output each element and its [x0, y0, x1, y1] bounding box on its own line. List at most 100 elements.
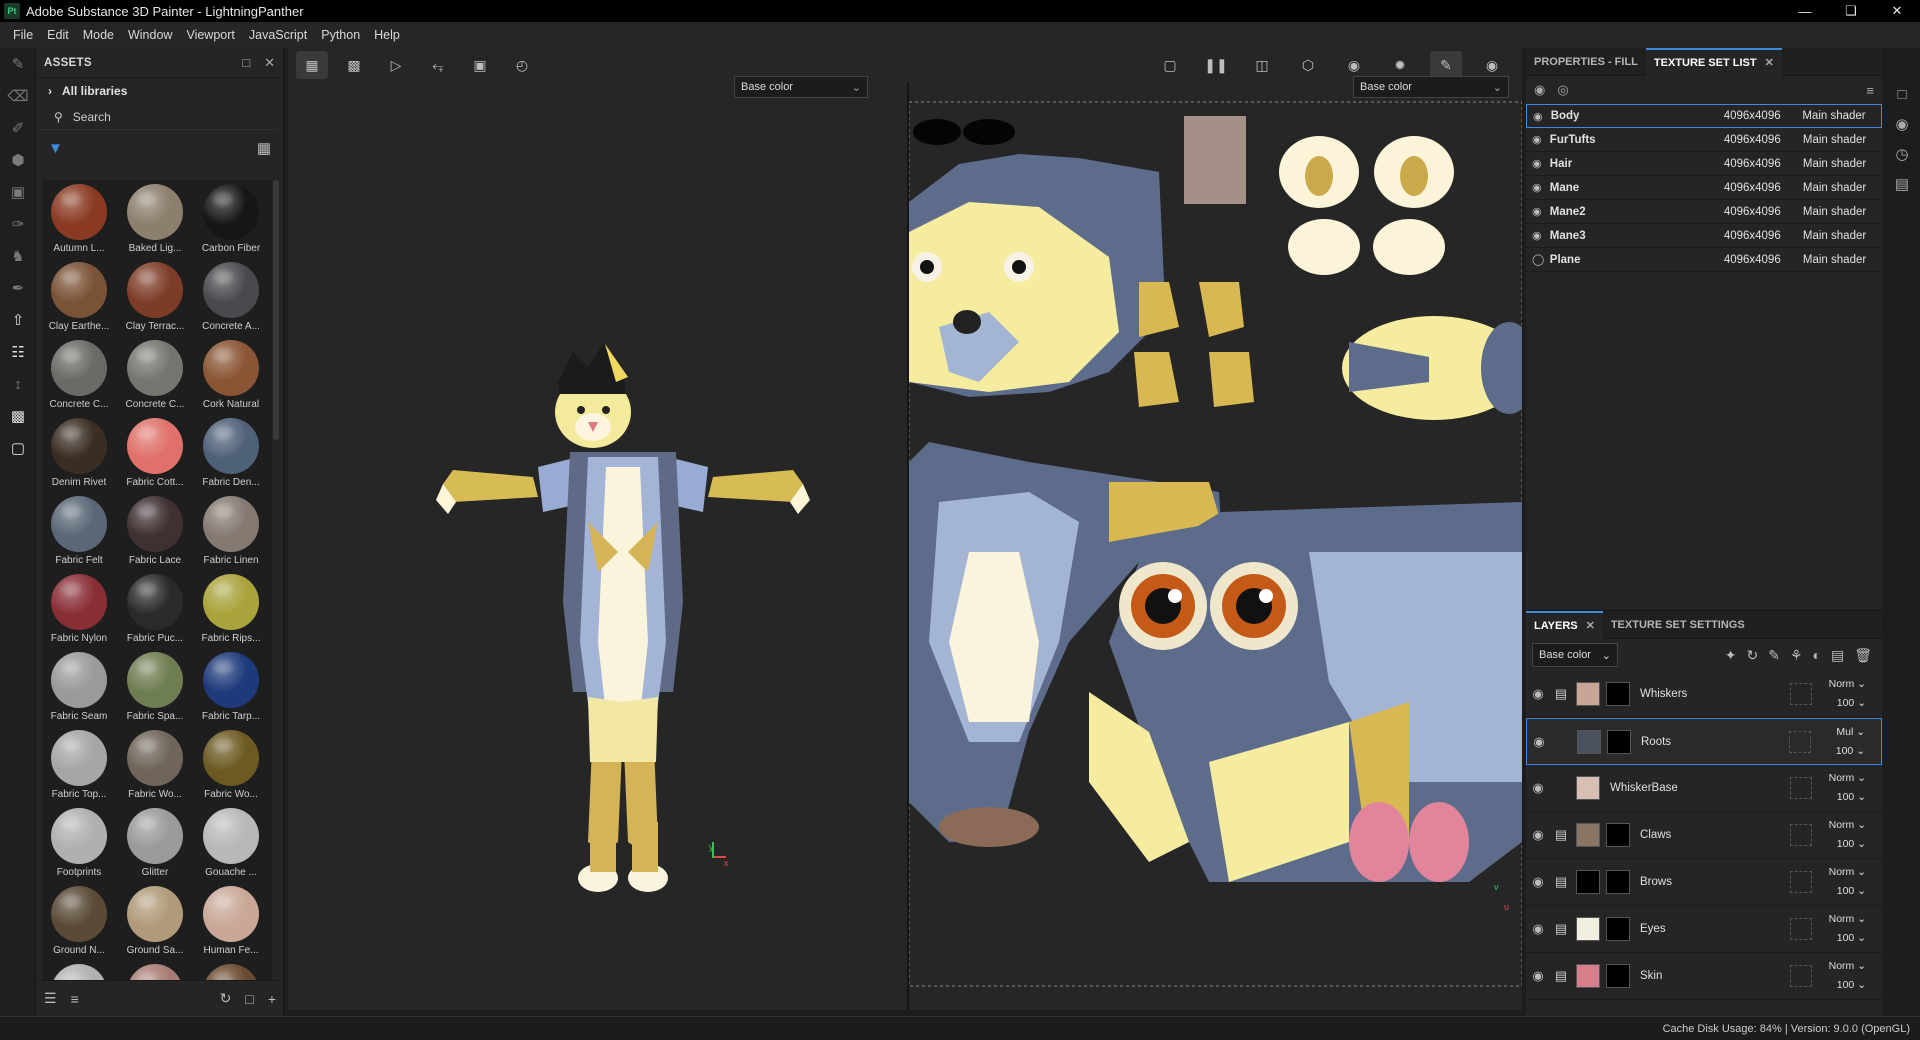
all-libraries-row[interactable]: › All libraries	[36, 78, 283, 104]
texture-set-row[interactable]: ◉ Mane 4096x4096 Main shader	[1526, 176, 1882, 200]
asset-item[interactable]: Footprints	[46, 804, 112, 882]
layer-blend-mode[interactable]: Norm	[1829, 772, 1855, 784]
menu-help[interactable]: Help	[367, 28, 407, 42]
align-icon[interactable]: ⥆	[422, 51, 454, 79]
layer-row[interactable]: ◉ ▤ Eyes Norm ⌄ 100 ⌄	[1526, 906, 1882, 953]
folder-icon[interactable]: ▤	[1550, 686, 1572, 702]
delete-layer-icon[interactable]: 🗑	[1854, 647, 1872, 664]
layer-name[interactable]: Whiskers	[1640, 688, 1780, 700]
asset-item[interactable]: Fabric Lace	[122, 492, 188, 570]
asset-item[interactable]: Baked Lig...	[122, 180, 188, 258]
magic-wand-icon[interactable]: ✦	[1725, 647, 1737, 664]
folder-icon[interactable]: ▤	[1550, 921, 1572, 937]
texture-set-shader[interactable]: Main shader	[1803, 206, 1882, 218]
layer-thumbnail[interactable]	[1576, 964, 1600, 988]
eye-icon[interactable]: ◎	[1557, 82, 1568, 98]
texture-set-row[interactable]: ◉ FurTufts 4096x4096 Main shader	[1526, 128, 1882, 152]
tab-layers[interactable]: LAYERS ✕	[1526, 610, 1603, 639]
layer-blend-opacity[interactable]: Norm ⌄ 100 ⌄	[1829, 957, 1866, 995]
grid-view-icon[interactable]: ▦	[257, 139, 271, 157]
folder-icon[interactable]: ▤	[1550, 874, 1572, 890]
layer-opacity[interactable]: 100	[1837, 791, 1855, 803]
symmetry-icon[interactable]: ▷	[380, 51, 412, 79]
menu-javascript[interactable]: JavaScript	[242, 28, 314, 42]
list-view-icon[interactable]: ☰	[44, 990, 57, 1007]
asset-item[interactable]: Cork Natural	[198, 336, 264, 414]
layer-visibility-eye-icon[interactable]: ◉	[1526, 968, 1550, 984]
asset-item[interactable]: Ground Sa...	[122, 882, 188, 960]
asset-item[interactable]: Fabric Puc...	[122, 570, 188, 648]
layer-mask-thumbnail[interactable]	[1606, 870, 1630, 894]
layer-visibility-eye-icon[interactable]: ◉	[1526, 921, 1550, 937]
paint-brush-tool-icon[interactable]: ✎	[0, 48, 36, 80]
tab-properties-fill[interactable]: PROPERTIES - FILL	[1526, 48, 1646, 76]
asset-item[interactable]: Glitter	[122, 804, 188, 882]
screenshot-icon[interactable]: ▩	[0, 400, 36, 432]
layer-blend-opacity[interactable]: Norm ⌄ 100 ⌄	[1829, 863, 1866, 901]
layer-mask-thumbnail[interactable]	[1606, 917, 1630, 941]
menu-edit[interactable]: Edit	[40, 28, 76, 42]
bake-icon[interactable]: ☷	[0, 336, 36, 368]
asset-item[interactable]: Fabric Tarp...	[198, 648, 264, 726]
menu-mode[interactable]: Mode	[76, 28, 121, 42]
asset-item[interactable]: Fabric Wo...	[198, 726, 264, 804]
menu-icon[interactable]: ≡	[1866, 83, 1874, 98]
texture-set-row[interactable]: ◉ Hair 4096x4096 Main shader	[1526, 152, 1882, 176]
frame-icon[interactable]: ▣	[464, 51, 496, 79]
layer-visibility-eye-icon[interactable]: ◉	[1527, 734, 1551, 750]
asset-item[interactable]: Denim Rivet	[46, 414, 112, 492]
color-picker-icon[interactable]: ✒	[0, 272, 36, 304]
hide-overlay-icon[interactable]: ▢	[1154, 51, 1186, 79]
smudge-tool-icon[interactable]: ✑	[0, 208, 36, 240]
layer-blend-mode[interactable]: Norm	[1829, 960, 1855, 972]
history-panel-icon[interactable]: ◷	[1895, 145, 1908, 163]
add-mask-icon[interactable]: ◐	[1813, 647, 1821, 664]
layer-thumbnail[interactable]	[1576, 682, 1600, 706]
clone-tool-icon[interactable]: ♞	[0, 240, 36, 272]
layer-thumbnail[interactable]	[1576, 776, 1600, 800]
viewport-3d[interactable]: Base color ⌄ x	[288, 76, 907, 1010]
visibility-eye-icon[interactable]: ◉	[1532, 157, 1550, 170]
close-tab-icon[interactable]: ✕	[1765, 56, 1774, 69]
asset-item[interactable]: Human Fe...	[198, 882, 264, 960]
screenshot-camera-icon[interactable]: ◉	[1476, 51, 1508, 79]
layer-row[interactable]: ◉ ▤ Skin Norm ⌄ 100 ⌄	[1526, 953, 1882, 1000]
search-input[interactable]: ⚲ Search	[42, 104, 277, 130]
pause-icon[interactable]: ❚❚	[1200, 51, 1232, 79]
viewport-2d-uv[interactable]: Base color ⌄ u v	[909, 76, 1522, 1010]
layer-blend-mode[interactable]: Mul	[1836, 726, 1853, 738]
layer-mask-thumbnail[interactable]	[1606, 964, 1630, 988]
float-panel-icon[interactable]: □	[242, 55, 250, 71]
layer-thumbnail[interactable]	[1577, 729, 1601, 754]
polygon-fill-icon[interactable]: ▣	[0, 176, 36, 208]
layer-visibility-eye-icon[interactable]: ◉	[1526, 780, 1550, 796]
projection-tool-icon[interactable]: ✐	[0, 112, 36, 144]
folder-icon[interactable]: ▤	[1550, 827, 1572, 843]
close-layers-tab-icon[interactable]: ✕	[1586, 619, 1595, 632]
layer-blend-mode[interactable]: Norm	[1829, 913, 1855, 925]
layer-opacity[interactable]: 100	[1837, 932, 1855, 944]
layer-row[interactable]: ◉ WhiskerBase Norm ⌄ 100 ⌄	[1526, 765, 1882, 812]
camera-icon[interactable]: ◉	[1338, 51, 1370, 79]
layer-blend-opacity[interactable]: Norm ⌄ 100 ⌄	[1829, 675, 1866, 713]
asset-item[interactable]: Fabric Top...	[46, 726, 112, 804]
layer-name[interactable]: Claws	[1640, 829, 1780, 841]
layer-name[interactable]: Skin	[1640, 970, 1780, 982]
texture-set-row[interactable]: ◯ Plane 4096x4096 Main shader	[1526, 248, 1882, 272]
asset-item[interactable]: Fabric Nylon	[46, 570, 112, 648]
asset-item[interactable]: Fabric Linen	[198, 492, 264, 570]
layer-opacity[interactable]: 100	[1836, 745, 1854, 757]
layer-row[interactable]: ◉ ▤ Brows Norm ⌄ 100 ⌄	[1526, 859, 1882, 906]
grid-select-icon[interactable]: ▩	[338, 51, 370, 79]
measure-tool-icon[interactable]: ↕	[0, 368, 36, 400]
menu-python[interactable]: Python	[314, 28, 367, 42]
layer-opacity[interactable]: 100	[1837, 838, 1855, 850]
cube-view-icon[interactable]: ⬡	[1292, 51, 1324, 79]
asset-item[interactable]: Fabric Spa...	[122, 648, 188, 726]
folder-icon[interactable]: □	[245, 991, 253, 1007]
layer-row[interactable]: ◉ Roots Mul ⌄ 100 ⌄	[1526, 718, 1882, 765]
layer-blend-mode[interactable]: Norm	[1829, 678, 1855, 690]
visibility-eye-icon[interactable]: ◉	[1532, 133, 1550, 146]
shader-icon[interactable]: ◉	[1895, 115, 1908, 133]
layer-blend-mode[interactable]: Norm	[1829, 819, 1855, 831]
